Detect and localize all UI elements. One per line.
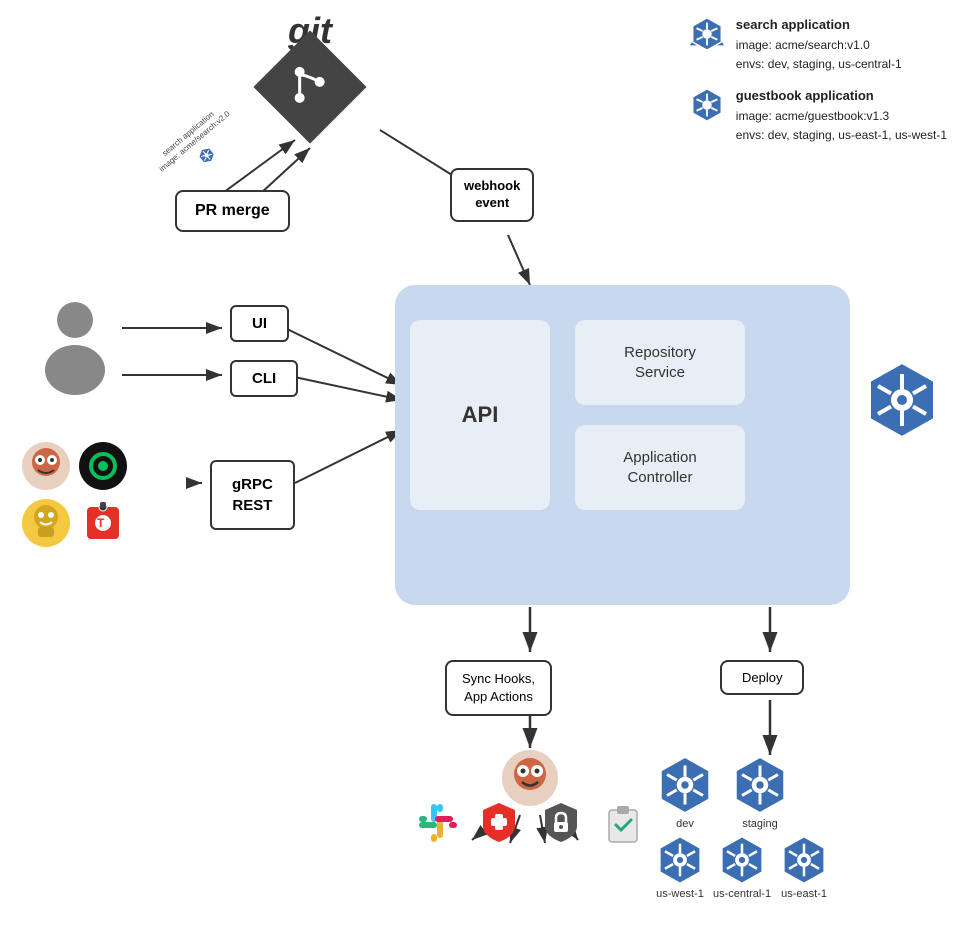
k8s-us-west-label: us-west-1 bbox=[656, 888, 704, 900]
bot-row-top bbox=[20, 440, 129, 492]
k8s-bottom-row: us-west-1 us-central-1 bbox=[655, 835, 829, 900]
guestbook-app-info: guestbook application image: acme/guestb… bbox=[688, 86, 947, 145]
guestbook-app-text: guestbook application image: acme/guestb… bbox=[736, 86, 947, 145]
shield-cross-icon bbox=[477, 800, 521, 844]
webhook-label: webhookevent bbox=[464, 178, 520, 210]
pr-merge-box: PR merge bbox=[175, 190, 290, 232]
search-app-envs: envs: dev, staging, us-central-1 bbox=[736, 55, 902, 74]
search-app-text: search application image: acme/search:v1… bbox=[736, 15, 902, 74]
ui-box: UI bbox=[230, 305, 289, 342]
webhook-box: webhookevent bbox=[450, 168, 534, 222]
svg-text:T: T bbox=[97, 516, 105, 530]
guestbook-app-name: guestbook application bbox=[736, 86, 947, 107]
jenkins-icon bbox=[20, 497, 72, 549]
argo-bot-icon-1 bbox=[20, 440, 72, 492]
search-app-name: search application bbox=[736, 15, 902, 36]
k8s-us-east-icon: us-east-1 bbox=[779, 835, 829, 900]
k8s-us-east-label: us-east-1 bbox=[781, 888, 827, 900]
git-logo: git bbox=[270, 10, 350, 127]
k8s-large-icon bbox=[862, 360, 942, 445]
ui-label: UI bbox=[252, 315, 267, 332]
grpc-rest-box: gRPCREST bbox=[210, 460, 295, 530]
k8s-deploy-container: dev staging bbox=[655, 755, 829, 900]
deploy-label: Deploy bbox=[742, 670, 782, 685]
bot-row-bottom: T bbox=[20, 497, 129, 549]
sync-hooks-label: Sync Hooks,App Actions bbox=[462, 671, 535, 704]
git-diamond-inner bbox=[285, 60, 335, 115]
k8s-top-row: dev staging bbox=[655, 755, 829, 830]
circle-ci-icon bbox=[77, 440, 129, 492]
diagram-container: git bbox=[0, 0, 977, 929]
bottom-icons-row bbox=[415, 800, 645, 844]
app-controller-label: ApplicationController bbox=[623, 448, 696, 487]
search-app-info: search application image: acme/search:v1… bbox=[688, 15, 947, 74]
api-label: API bbox=[462, 402, 499, 428]
lock-shield-icon bbox=[539, 800, 583, 844]
repo-service-box: RepositoryService bbox=[575, 320, 745, 405]
sync-hooks-box: Sync Hooks,App Actions bbox=[445, 660, 552, 716]
api-box: API bbox=[410, 320, 550, 510]
pr-merge-label: PR merge bbox=[195, 202, 270, 219]
k8s-us-west-icon: us-west-1 bbox=[655, 835, 705, 900]
k8s-us-central-icon: us-central-1 bbox=[713, 835, 771, 900]
bot-icons-container: T bbox=[20, 440, 129, 549]
clipboard-check-icon bbox=[601, 800, 645, 844]
grpc-rest-label: gRPCREST bbox=[232, 476, 273, 514]
cli-box: CLI bbox=[230, 360, 298, 397]
cli-label: CLI bbox=[252, 370, 276, 387]
argo-robot-bottom-icon bbox=[500, 748, 560, 808]
pr-merge-area: PR merge bbox=[175, 190, 290, 232]
guestbook-app-envs: envs: dev, staging, us-east-1, us-west-1 bbox=[736, 126, 947, 145]
git-diamond bbox=[253, 30, 366, 143]
person-icon bbox=[35, 295, 115, 395]
tekton-icon: T bbox=[77, 497, 129, 549]
app-info-container: search application image: acme/search:v1… bbox=[688, 15, 947, 145]
search-app-image: image: acme/search:v1.0 bbox=[736, 36, 902, 55]
k8s-staging-label: staging bbox=[742, 818, 777, 830]
repo-service-label: RepositoryService bbox=[624, 343, 696, 382]
k8s-dev-label: dev bbox=[676, 818, 694, 830]
search-app-k8s-icon bbox=[688, 15, 726, 53]
k8s-us-central-label: us-central-1 bbox=[713, 888, 771, 900]
user-figure bbox=[35, 295, 115, 400]
k8s-dev-icon: dev bbox=[655, 755, 715, 830]
diagonal-search-label: search application image: acme/search:v2… bbox=[151, 102, 249, 194]
slack-icon bbox=[415, 800, 459, 844]
deploy-box: Deploy bbox=[720, 660, 804, 695]
guestbook-app-k8s-icon bbox=[688, 86, 726, 124]
app-controller-box: ApplicationController bbox=[575, 425, 745, 510]
k8s-large-wheel bbox=[862, 360, 942, 440]
k8s-staging-icon: staging bbox=[730, 755, 790, 830]
guestbook-app-image: image: acme/guestbook:v1.3 bbox=[736, 107, 947, 126]
